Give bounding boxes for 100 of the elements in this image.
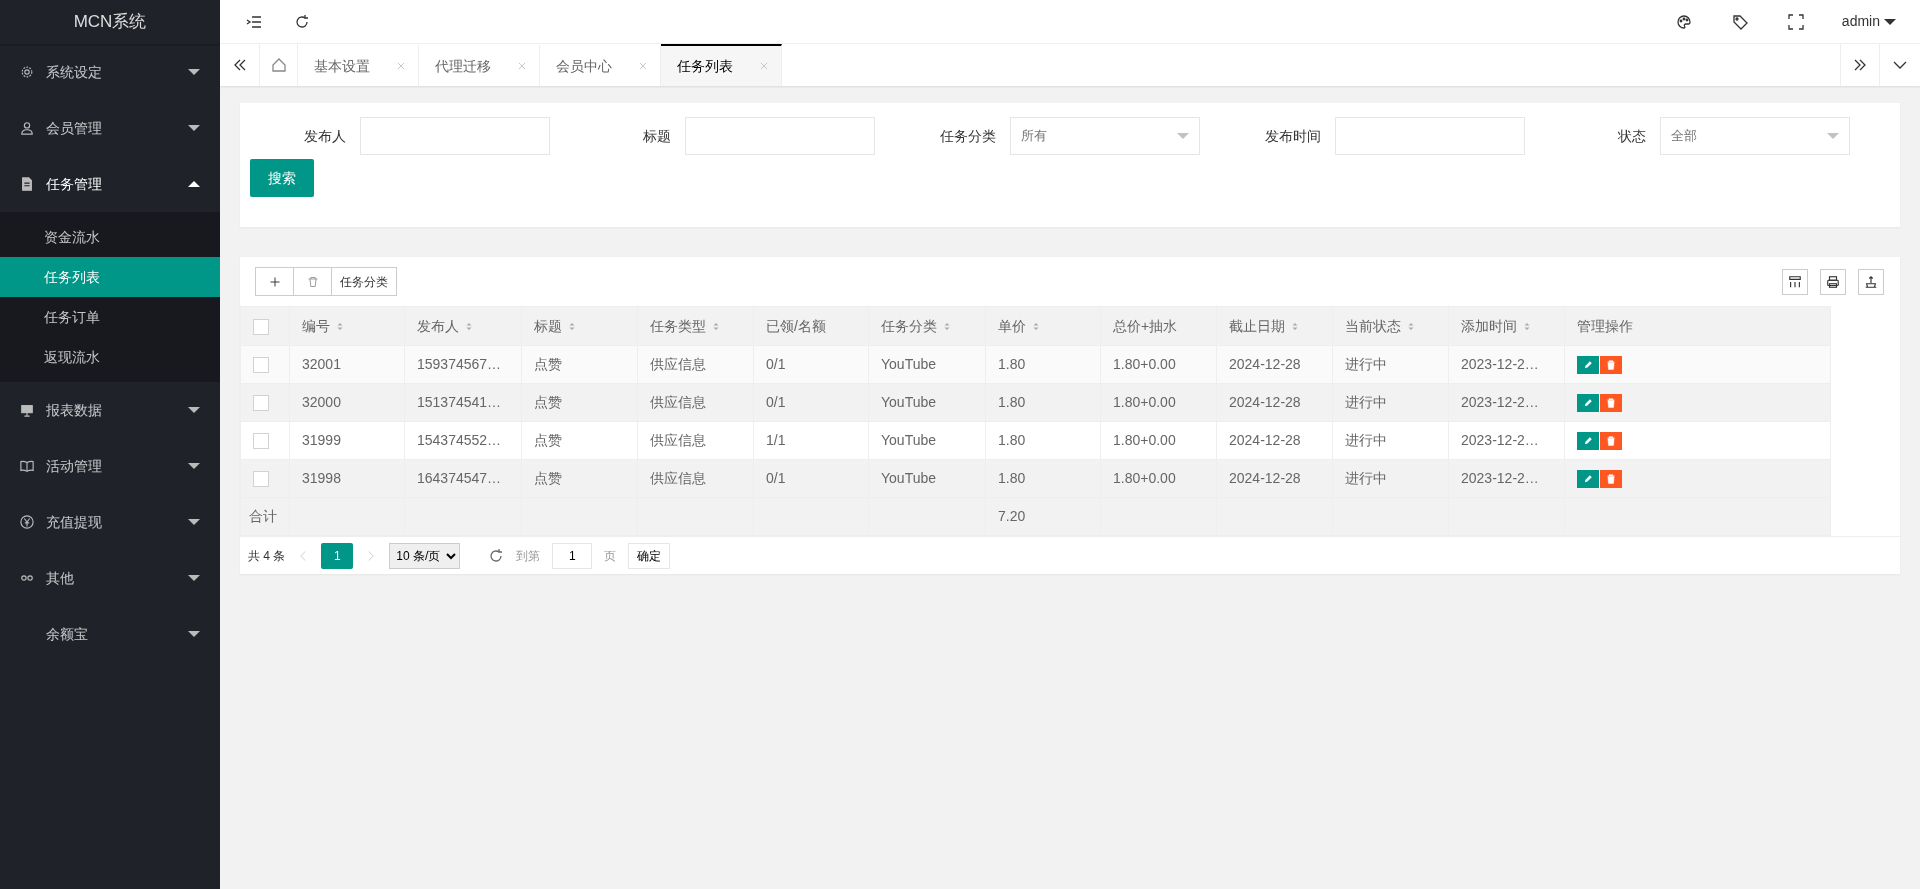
tab[interactable]: 任务列表 [661,44,782,86]
toolbar-button[interactable] [1858,268,1884,295]
checkbox[interactable] [253,357,269,374]
toolbar-button[interactable] [1782,268,1808,295]
palette-icon[interactable] [1675,13,1692,30]
menu-icon[interactable] [246,13,262,30]
table-cell: 1.80 [985,345,1101,384]
table-cell: 供应信息 [637,383,754,422]
pencil-icon [1583,474,1593,485]
toolbar-button[interactable] [1820,268,1846,295]
submenu-item[interactable]: 返现流水 [0,337,220,377]
edit-button[interactable] [1577,432,1599,451]
table-cell: 2023-12-2… [1448,345,1565,384]
column-header: 单价 [998,317,1026,334]
submenu-item[interactable]: 资金流水 [0,217,220,257]
edit-button[interactable] [1577,356,1599,375]
delete-button[interactable] [1600,432,1622,451]
table-cell: 1.80+0.00 [1100,383,1217,422]
edit-button[interactable] [1577,470,1599,489]
add-button[interactable] [255,267,294,296]
table-cell: 点赞 [521,421,638,460]
sort-icon[interactable] [1032,321,1040,333]
select-field[interactable]: 全部 [1660,117,1850,155]
trash-icon [306,275,319,288]
table-cell: 0/1 [753,383,869,422]
goto-label: 到第 [516,547,541,565]
checkbox[interactable] [253,318,269,335]
home-icon[interactable] [270,57,287,73]
menu-item[interactable]: 其他 [0,550,220,606]
delete-button[interactable] [1600,394,1622,413]
sort-icon[interactable] [943,321,951,333]
page-size-select[interactable]: 10 条/页 [389,542,461,569]
table-cell: 供应信息 [637,421,754,460]
table-cell: 1/1 [753,421,869,460]
close-icon[interactable] [638,61,648,71]
refresh-icon[interactable] [294,13,310,30]
close-icon[interactable] [759,61,769,71]
delete-button[interactable] [293,267,332,296]
close-icon[interactable] [396,61,406,71]
input-field[interactable] [685,117,875,155]
table-cell: 2024-12-28 [1216,459,1333,498]
field-label: 任务分类 [939,126,996,146]
sort-icon[interactable] [712,321,720,333]
table-cell: YouTube [868,345,986,384]
page-input[interactable]: 1 [552,542,593,569]
record-count: 共 4 条 [248,547,286,565]
checkbox[interactable] [253,395,269,412]
sort-icon[interactable] [1523,321,1531,333]
submenu-item[interactable]: 任务订单 [0,297,220,337]
table-cell: 1.80 [985,383,1101,422]
table-cell: 供应信息 [637,345,754,384]
page-button[interactable]: 1 [321,542,354,569]
search-button[interactable]: 搜索 [250,159,314,197]
field-label: 状态 [1617,126,1646,146]
table-cell: 进行中 [1332,383,1449,422]
table-cell: 31999 [289,421,405,460]
table-cell: 32001 [289,345,405,384]
menu-item[interactable]: 活动管理 [0,438,220,494]
category-button[interactable]: 任务分类 [331,267,397,296]
checkbox[interactable] [253,433,269,450]
table-cell: 2024-12-28 [1216,421,1333,460]
table-cell: 32000 [289,383,405,422]
submenu-item[interactable]: 任务列表 [0,257,220,297]
fullscreen-icon[interactable] [1787,13,1804,30]
table-cell: 点赞 [521,459,638,498]
column-header: 当前状态 [1345,317,1401,334]
sort-icon[interactable] [1407,321,1415,333]
select-field[interactable]: 所有 [1010,117,1200,155]
input-field[interactable] [1335,117,1525,155]
menu-item[interactable]: 余额宝 [0,606,220,662]
checkbox[interactable] [253,471,269,488]
tag-icon[interactable] [1731,13,1748,30]
menu-item[interactable]: 充值提现 [0,494,220,550]
table-cell: YouTube [868,421,986,460]
menu-item[interactable]: 会员管理 [0,100,220,156]
delete-button[interactable] [1600,470,1622,489]
double-right-icon[interactable] [1852,57,1868,73]
input-field[interactable] [360,117,550,155]
column-header: 编号 [302,317,330,334]
menu-item[interactable]: 系统设定 [0,44,220,100]
document-icon [20,177,34,191]
total-label: 合计 [240,497,290,536]
delete-button[interactable] [1600,356,1622,375]
sort-icon[interactable] [336,321,344,333]
menu-item[interactable]: 任务管理 [0,156,220,212]
user-menu[interactable]: admin [1841,11,1896,32]
edit-button[interactable] [1577,394,1599,413]
sort-icon[interactable] [568,321,576,333]
field-label: 发布时间 [1264,126,1321,146]
trash-icon [1606,474,1616,485]
refresh-icon[interactable] [488,547,505,564]
tab[interactable]: 基本设置 [298,44,419,86]
confirm-button[interactable]: 确定 [628,542,671,569]
sort-icon[interactable] [465,321,473,333]
field-label: 标题 [642,126,671,146]
sort-icon[interactable] [1291,321,1299,333]
menu-item[interactable]: 报表数据 [0,382,220,438]
close-icon[interactable] [517,61,527,71]
table-cell: 1.80 [985,459,1101,498]
tab[interactable]: 代理迁移 [419,44,540,86]
